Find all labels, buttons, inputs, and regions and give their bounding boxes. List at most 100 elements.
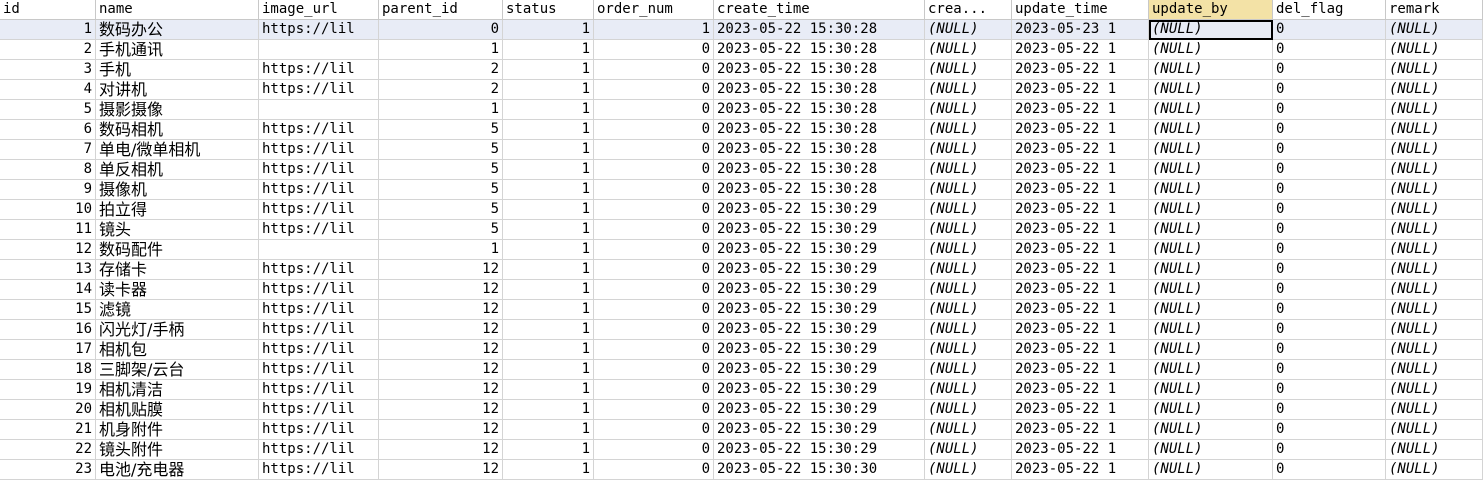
cell-order-num[interactable]: 0 [594, 160, 714, 180]
cell-create-time[interactable]: 2023-05-22 15:30:29 [714, 400, 925, 420]
cell-parent-id[interactable]: 12 [379, 260, 503, 280]
cell-name[interactable]: 相机贴膜 [96, 400, 259, 420]
cell-update-time[interactable]: 2023-05-22 1 [1012, 180, 1149, 200]
cell-status[interactable]: 1 [503, 40, 594, 60]
cell-id[interactable]: 1 [0, 20, 96, 40]
cell-name[interactable]: 电池/充电器 [96, 460, 259, 480]
cell-name[interactable]: 相机包 [96, 340, 259, 360]
cell-create-time[interactable]: 2023-05-22 15:30:29 [714, 440, 925, 460]
cell-id[interactable]: 15 [0, 300, 96, 320]
cell-image-url[interactable]: https://lil [259, 360, 379, 380]
cell-update-time[interactable]: 2023-05-22 1 [1012, 40, 1149, 60]
cell-parent-id[interactable]: 2 [379, 80, 503, 100]
cell-status[interactable]: 1 [503, 140, 594, 160]
result-grid[interactable]: id name image_url parent_id status order_num c… [0, 0, 1483, 480]
cell-update-time[interactable]: 2023-05-22 1 [1012, 340, 1149, 360]
cell-image-url[interactable]: https://lil [259, 160, 379, 180]
cell-id[interactable]: 12 [0, 240, 96, 260]
cell-parent-id[interactable]: 12 [379, 320, 503, 340]
column-header-status[interactable]: status [503, 0, 594, 20]
cell-update-time[interactable]: 2023-05-22 1 [1012, 100, 1149, 120]
column-header-del-flag[interactable]: del_flag [1273, 0, 1386, 20]
cell-create-time[interactable]: 2023-05-22 15:30:28 [714, 60, 925, 80]
cell-name[interactable]: 单电/微单相机 [96, 140, 259, 160]
cell-image-url[interactable]: https://lil [259, 300, 379, 320]
cell-del-flag[interactable]: 0 [1273, 20, 1386, 40]
cell-name[interactable]: 拍立得 [96, 200, 259, 220]
cell-create-time[interactable]: 2023-05-22 15:30:28 [714, 20, 925, 40]
cell-id[interactable]: 11 [0, 220, 96, 240]
cell-status[interactable]: 1 [503, 440, 594, 460]
cell-image-url[interactable]: https://lil [259, 420, 379, 440]
cell-create-by[interactable]: (NULL) [925, 100, 1012, 120]
cell-id[interactable]: 8 [0, 160, 96, 180]
cell-name[interactable]: 闪光灯/手柄 [96, 320, 259, 340]
cell-create-time[interactable]: 2023-05-22 15:30:29 [714, 280, 925, 300]
cell-del-flag[interactable]: 0 [1273, 180, 1386, 200]
cell-del-flag[interactable]: 0 [1273, 160, 1386, 180]
cell-del-flag[interactable]: 0 [1273, 120, 1386, 140]
cell-create-by[interactable]: (NULL) [925, 340, 1012, 360]
cell-update-by[interactable]: (NULL) [1149, 100, 1273, 120]
cell-update-time[interactable]: 2023-05-22 1 [1012, 380, 1149, 400]
cell-image-url[interactable]: https://lil [259, 220, 379, 240]
cell-update-by[interactable]: (NULL) [1149, 280, 1273, 300]
cell-image-url[interactable]: https://lil [259, 400, 379, 420]
cell-status[interactable]: 1 [503, 380, 594, 400]
cell-remark[interactable]: (NULL) [1386, 400, 1483, 420]
cell-parent-id[interactable]: 5 [379, 200, 503, 220]
cell-parent-id[interactable]: 5 [379, 160, 503, 180]
cell-parent-id[interactable]: 12 [379, 460, 503, 480]
cell-update-by[interactable]: (NULL) [1149, 300, 1273, 320]
cell-create-by[interactable]: (NULL) [925, 260, 1012, 280]
cell-status[interactable]: 1 [503, 240, 594, 260]
cell-id[interactable]: 7 [0, 140, 96, 160]
cell-update-by[interactable]: (NULL) [1149, 460, 1273, 480]
cell-remark[interactable]: (NULL) [1386, 140, 1483, 160]
cell-del-flag[interactable]: 0 [1273, 240, 1386, 260]
cell-create-by[interactable]: (NULL) [925, 180, 1012, 200]
cell-remark[interactable]: (NULL) [1386, 300, 1483, 320]
cell-name[interactable]: 镜头 [96, 220, 259, 240]
cell-del-flag[interactable]: 0 [1273, 380, 1386, 400]
cell-status[interactable]: 1 [503, 260, 594, 280]
cell-id[interactable]: 18 [0, 360, 96, 380]
cell-del-flag[interactable]: 0 [1273, 440, 1386, 460]
cell-update-by[interactable]: (NULL) [1149, 240, 1273, 260]
cell-update-time[interactable]: 2023-05-22 1 [1012, 300, 1149, 320]
cell-create-time[interactable]: 2023-05-22 15:30:29 [714, 380, 925, 400]
cell-del-flag[interactable]: 0 [1273, 200, 1386, 220]
cell-parent-id[interactable]: 12 [379, 380, 503, 400]
cell-image-url[interactable]: https://lil [259, 460, 379, 480]
cell-image-url[interactable]: https://lil [259, 320, 379, 340]
cell-update-by[interactable]: (NULL) [1149, 20, 1273, 40]
cell-create-time[interactable]: 2023-05-22 15:30:29 [714, 200, 925, 220]
cell-image-url[interactable] [259, 40, 379, 60]
cell-create-by[interactable]: (NULL) [925, 400, 1012, 420]
cell-remark[interactable]: (NULL) [1386, 180, 1483, 200]
cell-del-flag[interactable]: 0 [1273, 460, 1386, 480]
cell-order-num[interactable]: 0 [594, 60, 714, 80]
cell-del-flag[interactable]: 0 [1273, 220, 1386, 240]
cell-remark[interactable]: (NULL) [1386, 360, 1483, 380]
cell-name[interactable]: 相机清洁 [96, 380, 259, 400]
cell-order-num[interactable]: 0 [594, 80, 714, 100]
cell-create-by[interactable]: (NULL) [925, 240, 1012, 260]
cell-status[interactable]: 1 [503, 160, 594, 180]
cell-image-url[interactable] [259, 100, 379, 120]
cell-update-time[interactable]: 2023-05-22 1 [1012, 440, 1149, 460]
cell-image-url[interactable]: https://lil [259, 180, 379, 200]
cell-remark[interactable]: (NULL) [1386, 20, 1483, 40]
cell-remark[interactable]: (NULL) [1386, 120, 1483, 140]
cell-order-num[interactable]: 0 [594, 420, 714, 440]
cell-update-time[interactable]: 2023-05-22 1 [1012, 140, 1149, 160]
cell-del-flag[interactable]: 0 [1273, 340, 1386, 360]
cell-order-num[interactable]: 0 [594, 320, 714, 340]
cell-status[interactable]: 1 [503, 80, 594, 100]
cell-id[interactable]: 21 [0, 420, 96, 440]
cell-remark[interactable]: (NULL) [1386, 240, 1483, 260]
cell-image-url[interactable]: https://lil [259, 60, 379, 80]
cell-name[interactable]: 三脚架/云台 [96, 360, 259, 380]
cell-create-by[interactable]: (NULL) [925, 320, 1012, 340]
cell-name[interactable]: 手机 [96, 60, 259, 80]
